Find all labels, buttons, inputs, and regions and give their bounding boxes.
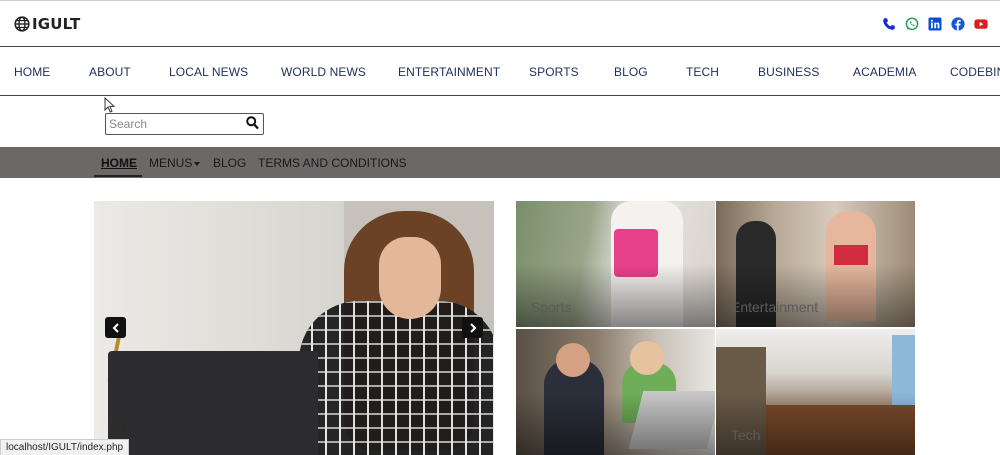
search-input[interactable] [106,114,241,134]
chevron-left-icon [112,322,119,333]
brand-name: IGULT [32,15,81,33]
subnav-terms[interactable]: TERMS AND CONDITIONS [258,156,407,170]
whatsapp-icon[interactable] [905,17,919,31]
main-nav: HOME ABOUT LOCAL NEWS WORLD NEWS ENTERTA… [0,48,1000,96]
chevron-right-icon [469,322,476,333]
nav-business[interactable]: BUSINESS [758,65,820,79]
nav-codebin[interactable]: CODEBIN [950,65,1000,79]
youtube-icon[interactable] [974,17,988,31]
nav-tech[interactable]: TECH [686,65,719,79]
nav-blog[interactable]: BLOG [614,65,648,79]
carousel-next-button[interactable] [462,317,483,338]
category-tile-tech[interactable]: Tech [716,329,915,455]
tile-label: Sports [531,299,572,315]
category-tile-entertainment[interactable]: Entertainment [716,201,915,327]
category-tile-academia[interactable] [516,329,715,455]
category-tile-sports[interactable]: Sports [516,201,715,327]
tile-label: Tech [731,427,761,443]
nav-about[interactable]: ABOUT [89,65,131,79]
phone-icon[interactable] [882,17,896,31]
top-bar: IGULT [0,0,1000,47]
tile-label: Entertainment [731,299,819,315]
social-links [882,17,988,31]
carousel-prev-button[interactable] [105,317,126,338]
nav-local-news[interactable]: LOCAL NEWS [169,65,248,79]
active-underline [94,175,142,177]
globe-icon [14,16,30,32]
featured-carousel: Bi [94,201,494,455]
status-url: localhost/IGULT/index.php [0,439,130,455]
carousel-caption: Bi [108,411,130,436]
linkedin-icon[interactable] [928,17,942,31]
caret-down-icon [194,161,201,166]
nav-entertainment[interactable]: ENTERTAINMENT [398,65,500,79]
search-icon[interactable] [246,116,259,135]
nav-sports[interactable]: SPORTS [529,65,579,79]
subnav-home[interactable]: HOME [101,156,137,170]
nav-academia[interactable]: ACADEMIA [853,65,916,79]
secondary-nav: HOME MENUS BLOG TERMS AND CONDITIONS [0,147,1000,178]
subnav-menus-label: MENUS [149,156,193,170]
brand-logo[interactable]: IGULT [14,15,80,33]
search-box [105,113,264,135]
subnav-menus-dropdown[interactable]: MENUS [149,156,201,170]
subnav-blog[interactable]: BLOG [213,156,246,170]
facebook-icon[interactable] [951,17,965,31]
nav-world-news[interactable]: WORLD NEWS [281,65,366,79]
nav-home[interactable]: HOME [14,65,50,79]
